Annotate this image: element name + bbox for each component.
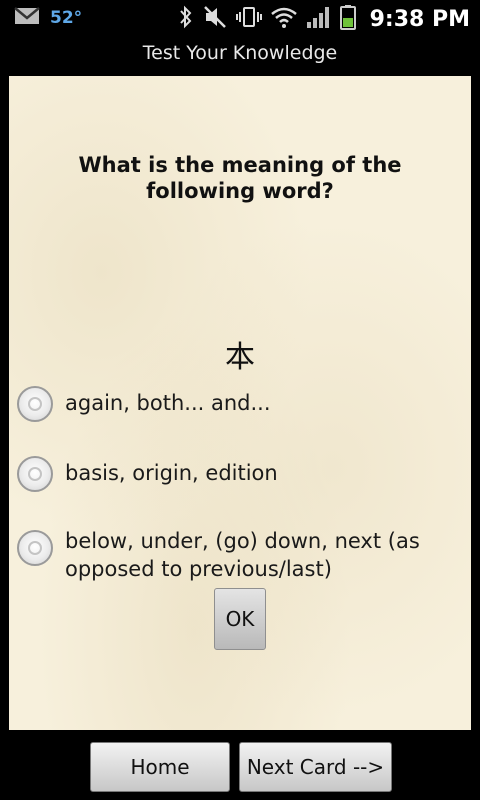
ok-button[interactable]: OK <box>214 588 266 650</box>
status-left: 52° <box>14 6 82 30</box>
page-title: Test Your Knowledge <box>142 42 338 64</box>
gmail-icon <box>14 6 40 30</box>
answer-label-3: below, under, (go) down, next (as oppose… <box>65 529 420 581</box>
wifi-icon <box>270 5 298 33</box>
radio-button-1[interactable] <box>17 386 53 422</box>
answer-option-1[interactable]: again, both... and... <box>17 386 457 422</box>
status-bar: 52° 9:38 PM <box>0 0 480 38</box>
temperature: 52° <box>50 8 83 28</box>
question-card: What is the meaning of the following wor… <box>9 76 471 730</box>
battery-icon <box>339 4 356 34</box>
radio-button-2[interactable] <box>17 456 53 492</box>
kanji-word: 本 <box>225 340 255 375</box>
clock: 9:38 PM <box>369 6 470 32</box>
signal-icon <box>306 5 332 33</box>
answer-option-3[interactable]: below, under, (go) down, next (as oppose… <box>17 524 457 583</box>
vibrate-icon <box>235 4 262 34</box>
screen: 52° 9:38 PM Test Your Knowledge What is … <box>0 0 480 800</box>
answer-label-1: again, both... and... <box>65 391 271 415</box>
bluetooth-icon <box>178 4 194 34</box>
answer-label-2: basis, origin, edition <box>65 461 278 485</box>
status-right: 9:38 PM <box>170 4 470 34</box>
question-text: What is the meaning of the following wor… <box>78 153 402 203</box>
answer-option-2[interactable]: basis, origin, edition <box>17 456 457 492</box>
radio-button-3[interactable] <box>17 530 53 566</box>
home-button[interactable]: Home <box>90 742 230 792</box>
next-card-button[interactable]: Next Card --> <box>239 742 392 792</box>
mute-icon <box>202 4 228 34</box>
